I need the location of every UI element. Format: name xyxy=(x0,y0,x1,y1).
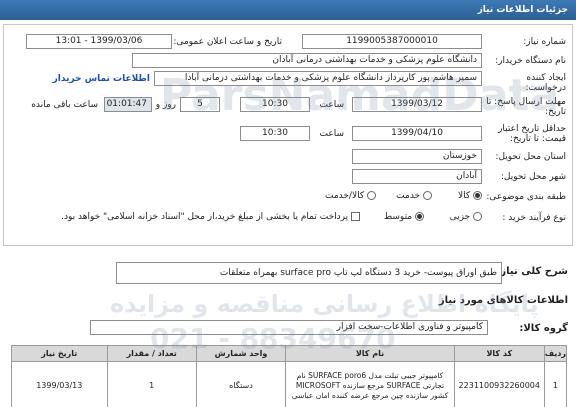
payment-note: پرداخت تمام یا بخشی از مبلغ خرید،از محل … xyxy=(61,212,349,222)
details-panel: شماره نیاز: 1199005387000010 تاریخ و ساع… xyxy=(3,24,573,246)
validity-label: حداقل تاریخ اعتبار قیمت: تا تاریخ: xyxy=(498,124,566,144)
validity-time-field: 10:30 xyxy=(240,126,310,141)
radio-medium[interactable] xyxy=(415,212,424,221)
category-option-both[interactable]: کالا/خدمت xyxy=(325,191,376,201)
summary-field: طبق اوراق پیوست- خرید 3 دستگاه لپ تاپ su… xyxy=(116,262,502,284)
cell-code: 2231100932260004 xyxy=(453,361,545,407)
cell-qty: 1 xyxy=(106,361,197,407)
reply-date-field: 1399/03/12 xyxy=(352,97,482,112)
need-number-label: شماره نیاز: xyxy=(523,37,566,47)
buyer-label: نام دستگاه خریدار: xyxy=(495,56,566,66)
remaining-label: ساعت باقی مانده xyxy=(31,100,98,110)
process-option-medium[interactable]: متوسط xyxy=(384,212,424,222)
col-index: ردیف xyxy=(543,345,568,362)
buyer-field: دانشگاه علوم پزشکی و خدمات بهداشتی درمان… xyxy=(132,53,482,68)
radio-goods[interactable] xyxy=(473,191,482,200)
creator-label: ایجاد کننده درخواست: xyxy=(525,73,566,93)
reply-time-field: 10:30 xyxy=(240,97,310,112)
buyer-contact-link[interactable]: اطلاعات تماس خریدار xyxy=(53,74,150,84)
summary-label: شرح کلی نیاز: xyxy=(496,266,568,277)
days-label: روز و xyxy=(155,100,176,110)
cell-date: 1399/03/13 xyxy=(11,361,108,407)
reply-time-label: ساعت xyxy=(319,100,345,110)
col-date: تاریخ نیاز xyxy=(11,345,108,362)
col-unit: واحد شمارش xyxy=(195,345,287,362)
radio-service[interactable] xyxy=(423,191,432,200)
category-option-both-label: کالا/خدمت xyxy=(324,191,365,201)
announce-field: 1399/03/06 - 13:01 xyxy=(26,34,172,49)
city-label: شهر محل تحویل: xyxy=(500,172,566,182)
table-header-row: ردیف کد کالا نام کالا واحد شمارش تعداد /… xyxy=(11,345,568,362)
table-row[interactable]: 1 2231100932260004 کامپیوتر جیبی تبلت مد… xyxy=(11,361,568,407)
process-label: نوع فرآیند خرید : xyxy=(502,213,566,223)
category-option-service-label: خدمت xyxy=(396,191,421,201)
announce-label: تاریخ و ساعت اعلان عمومی: xyxy=(173,37,282,47)
col-code: کد کالا xyxy=(453,345,545,362)
page-title: جزئیات اطلاعات نیاز xyxy=(0,0,576,20)
goods-group-field: کامپیوتر و فناوری اطلاعات-سخت افزار xyxy=(90,320,488,335)
remaining-time-field: 01:01:47 xyxy=(104,97,152,112)
province-label: استان محل تحویل: xyxy=(495,152,566,162)
validity-date-field: 1399/04/10 xyxy=(352,126,482,141)
validity-time-label: ساعت xyxy=(319,129,345,139)
process-option-minor-label: جزیی xyxy=(449,212,471,222)
category-label: طبقه بندی موضوعی: xyxy=(486,192,566,202)
category-option-goods-label: کالا xyxy=(457,191,471,201)
reply-deadline-label: مهلت ارسال پاسخ: تا تاریخ: xyxy=(486,97,566,117)
process-option-medium-label: متوسط xyxy=(383,212,413,222)
category-option-service[interactable]: خدمت xyxy=(396,191,432,201)
radio-both[interactable] xyxy=(367,191,376,200)
radio-minor[interactable] xyxy=(473,212,482,221)
days-field: 5 xyxy=(180,97,220,112)
process-option-minor[interactable]: جزیی xyxy=(450,212,482,222)
province-field: خوزستان xyxy=(352,149,482,164)
cell-name: کامپیوتر جیبی تبلت مدل SURFACE poro6 نام… xyxy=(285,361,455,407)
goods-section-title: اطلاعات کالاهای مورد نیاز xyxy=(438,295,568,306)
city-field: آبادان xyxy=(352,169,482,184)
payment-checkbox[interactable] xyxy=(351,212,360,221)
col-qty: تعداد / مقدار xyxy=(106,345,197,362)
cell-unit: دستگاه xyxy=(195,361,287,407)
payment-option[interactable]: پرداخت تمام یا بخشی از مبلغ خرید،از محل … xyxy=(61,212,360,222)
goods-table: ردیف کد کالا نام کالا واحد شمارش تعداد /… xyxy=(11,345,568,407)
need-number-field: 1199005387000010 xyxy=(302,34,482,49)
col-name: نام کالا xyxy=(285,345,455,362)
cell-index: 1 xyxy=(543,361,568,407)
goods-group-label: گروه کالا: xyxy=(519,323,568,334)
category-option-goods[interactable]: کالا xyxy=(458,191,482,201)
creator-field: سمیر هاشم پور کارپرداز دانشگاه علوم پزشک… xyxy=(154,71,482,86)
